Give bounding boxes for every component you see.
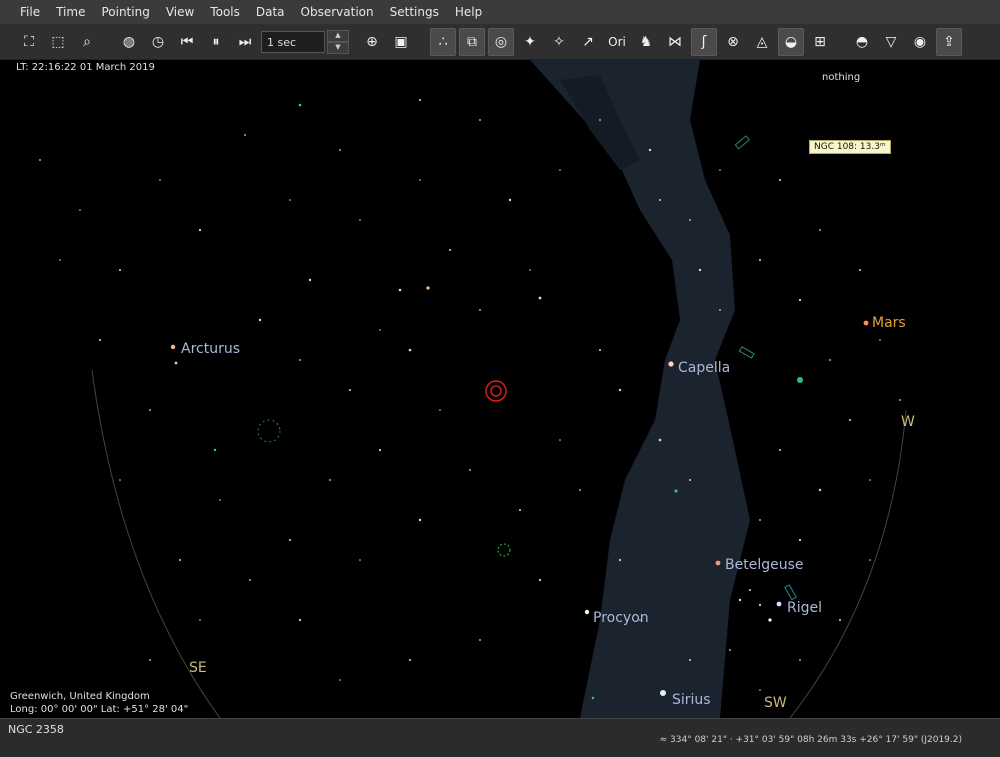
main-toolbar: ⛶ ⬚ ⌕ ◍ ◷ ⏮ ⏸ ⏭ 1 sec ▲ ▼ ⊕ ▣ ∴ ⧉ ◎ ✦ ✧ … [0, 24, 1000, 60]
sky-map[interactable]: Arcturus Capella Betelgeuse Rigel Procyo… [0, 60, 1000, 718]
horizon-arc-right [789, 409, 907, 718]
spin-up-icon[interactable]: ▲ [327, 29, 349, 42]
label-arcturus[interactable]: Arcturus [181, 341, 240, 357]
telescope-target-icon[interactable]: ⊕ [359, 28, 385, 56]
galaxy-marker [734, 135, 750, 150]
horizontal-grid-toggle-icon[interactable]: ◬ [749, 28, 775, 56]
direction-southeast: SE [189, 660, 207, 676]
label-sirius[interactable]: Sirius [672, 692, 711, 708]
constellation-lines-toggle-icon[interactable]: ⋈ [662, 28, 688, 56]
spin-down-icon[interactable]: ▼ [327, 41, 349, 54]
ground-toggle-icon[interactable]: ◒ [778, 27, 804, 56]
location-name: Greenwich, United Kingdom [10, 691, 150, 702]
status-bar: NGC 2358 ≈ 334° 08' 21" · +31° 03' 59" 0… [0, 718, 1000, 757]
supernova-toggle-icon[interactable]: ✦ [517, 28, 543, 56]
label-betelgeuse[interactable]: Betelgeuse [725, 557, 804, 573]
label-rigel[interactable]: Rigel [787, 600, 822, 616]
galaxy-marker [784, 584, 797, 601]
planet-mars [863, 320, 869, 326]
cluster-marker [257, 419, 281, 443]
kstars-window: File Time Pointing View Tools Data Obser… [0, 0, 1000, 757]
location-overlay: Greenwich, United Kingdom Long: 00° 00' … [10, 690, 188, 716]
label-mars[interactable]: Mars [872, 315, 906, 331]
milky-way-toggle-icon[interactable]: ʃ [691, 27, 717, 56]
image-icon[interactable]: ▣ [388, 28, 414, 56]
local-time-overlay: LT: 22:16:22 01 March 2019 [16, 62, 155, 73]
export-toggle-icon[interactable]: ⇪ [936, 27, 962, 56]
location-coordinates: Long: 00° 00' 00" Lat: +51° 28' 04" [10, 704, 189, 715]
status-object-name: NGC 2358 [8, 723, 64, 736]
time-step-spinner[interactable]: ▲ ▼ [327, 29, 349, 54]
star-arcturus [170, 344, 176, 350]
constellation-names-toggle[interactable]: Ori [604, 28, 630, 56]
focus-object-overlay: nothing [822, 72, 861, 83]
cluster-marker [497, 543, 511, 557]
status-coordinates: ≈ 334° 08' 21" · +31° 03' 59" 08h 26m 33… [659, 735, 962, 745]
globe-icon[interactable]: ◍ [116, 28, 142, 56]
flags-toggle-icon[interactable]: ⊞ [807, 28, 833, 56]
stars-toggle-icon[interactable]: ∴ [430, 27, 456, 56]
menu-pointing[interactable]: Pointing [93, 0, 157, 24]
menu-settings[interactable]: Settings [382, 0, 447, 24]
zoom-fit-icon[interactable]: ⛶ [16, 28, 42, 56]
search-icon[interactable]: ⌕ [74, 28, 100, 56]
menu-bar: File Time Pointing View Tools Data Obser… [0, 0, 1000, 25]
menu-help[interactable]: Help [447, 0, 490, 24]
fov-toggle-icon[interactable]: ▽ [878, 28, 904, 56]
galaxy-marker [738, 346, 755, 359]
direction-west: W [901, 414, 915, 430]
deep-sky-toggle-icon[interactable]: ⧉ [459, 27, 485, 56]
hips-toggle-icon[interactable]: ◓ [849, 28, 875, 56]
menu-file[interactable]: File [0, 0, 48, 24]
hover-tooltip: NGC 108: 13.3ᵐ [809, 140, 891, 154]
menu-observation[interactable]: Observation [293, 0, 382, 24]
label-procyon[interactable]: Procyon [593, 610, 649, 626]
clock-icon[interactable]: ◷ [145, 28, 171, 56]
star-capella [668, 361, 674, 367]
direction-southwest: SW [764, 695, 787, 711]
comets-toggle-icon[interactable]: ↗ [575, 28, 601, 56]
constellation-art-toggle-icon[interactable]: ♞ [633, 28, 659, 56]
star-sirius [660, 690, 666, 696]
mosaic-toggle-icon[interactable]: ◉ [907, 28, 933, 56]
step-forward-icon[interactable]: ⏭ [232, 28, 258, 56]
menu-data[interactable]: Data [248, 0, 293, 24]
solar-system-toggle-icon[interactable]: ◎ [488, 27, 514, 56]
menu-view[interactable]: View [158, 0, 202, 24]
equatorial-grid-toggle-icon[interactable]: ⊗ [720, 28, 746, 56]
pause-icon[interactable]: ⏸ [203, 28, 229, 56]
star-field [39, 99, 901, 691]
label-capella[interactable]: Capella [678, 360, 730, 376]
time-step-field[interactable]: 1 sec [261, 30, 325, 53]
step-back-icon[interactable]: ⏮ [174, 28, 200, 56]
star-procyon [584, 609, 590, 615]
star-rigel [776, 601, 782, 607]
zoom-box-icon[interactable]: ⬚ [45, 28, 71, 56]
satellites-toggle-icon[interactable]: ✧ [546, 28, 572, 56]
selection-marker [485, 380, 507, 402]
menu-tools[interactable]: Tools [202, 0, 248, 24]
sky-canvas [39, 60, 907, 718]
menu-time[interactable]: Time [48, 0, 93, 24]
star-betelgeuse [715, 560, 721, 566]
